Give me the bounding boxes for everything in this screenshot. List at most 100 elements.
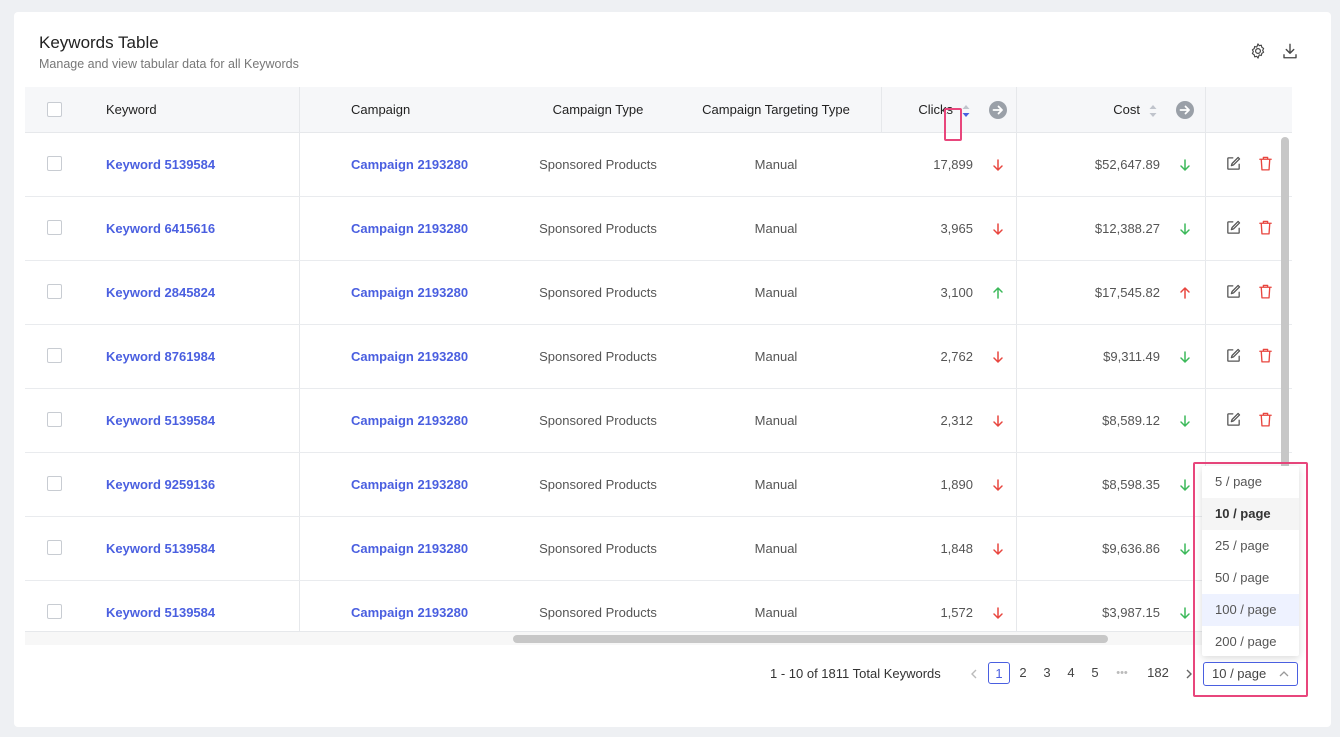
row-checkbox[interactable] xyxy=(47,220,62,235)
table-row: Keyword 8761984 Campaign 2193280 Sponsor… xyxy=(25,325,1292,389)
arrow-down-icon xyxy=(991,606,1005,620)
arrow-down-icon xyxy=(1178,158,1192,172)
horizontal-scrollbar[interactable] xyxy=(513,635,1108,643)
arrow-down-icon xyxy=(1178,542,1192,556)
delete-icon[interactable] xyxy=(1257,283,1274,300)
arrow-up-icon xyxy=(991,286,1005,300)
column-header-targeting-type[interactable]: Campaign Targeting Type xyxy=(681,87,871,133)
clicks-cell: 17,899 xyxy=(933,157,973,172)
page-button-3[interactable]: 3 xyxy=(1036,662,1058,684)
page-size-option-50[interactable]: 50 / page xyxy=(1202,562,1299,594)
clicks-cell: 1,848 xyxy=(940,541,973,556)
page-size-option-10[interactable]: 10 / page xyxy=(1202,498,1299,530)
keyword-link[interactable]: Keyword 6415616 xyxy=(106,197,215,261)
delete-icon[interactable] xyxy=(1257,219,1274,236)
page-size-option-100[interactable]: 100 / page xyxy=(1202,594,1299,626)
keywords-table: Keyword Campaign Campaign Type Campaign … xyxy=(25,87,1292,632)
row-checkbox[interactable] xyxy=(47,412,62,427)
page-button-last[interactable]: 182 xyxy=(1143,662,1173,684)
cost-cell: $8,598.35 xyxy=(1102,477,1160,492)
clicks-cell: 1,572 xyxy=(940,605,973,620)
campaign-link[interactable]: Campaign 2193280 xyxy=(351,261,468,325)
column-nav-arrow-icon[interactable] xyxy=(988,100,1008,120)
targeting-type-cell: Manual xyxy=(754,541,798,556)
column-header-clicks[interactable]: Clicks xyxy=(875,87,953,133)
page-size-option-25[interactable]: 25 / page xyxy=(1202,530,1299,562)
campaign-link[interactable]: Campaign 2193280 xyxy=(351,453,468,517)
gear-icon[interactable] xyxy=(1249,42,1267,60)
page-ellipsis[interactable]: ••• xyxy=(1111,662,1133,684)
keyword-link[interactable]: Keyword 2845824 xyxy=(106,261,215,325)
download-icon[interactable] xyxy=(1281,42,1299,60)
campaign-type-cell: Sponsored Products xyxy=(539,541,657,556)
campaign-link[interactable]: Campaign 2193280 xyxy=(351,389,468,453)
clicks-cell: 2,312 xyxy=(940,413,973,428)
page-title: Keywords Table xyxy=(39,33,159,52)
pagination-summary: 1 - 10 of 1811 Total Keywords xyxy=(770,666,941,681)
keyword-link[interactable]: Keyword 5139584 xyxy=(106,517,215,581)
column-header-keyword[interactable]: Keyword xyxy=(106,87,157,133)
arrow-down-icon xyxy=(1178,606,1192,620)
table-header: Keyword Campaign Campaign Type Campaign … xyxy=(25,87,1292,133)
campaign-type-cell: Sponsored Products xyxy=(539,477,657,492)
table-row: Keyword 5139584 Campaign 2193280 Sponsor… xyxy=(25,581,1292,632)
clicks-cell: 3,100 xyxy=(940,285,973,300)
page-size-option-5[interactable]: 5 / page xyxy=(1202,466,1299,498)
row-checkbox[interactable] xyxy=(47,348,62,363)
vertical-scrollbar[interactable] xyxy=(1281,137,1289,517)
campaign-link[interactable]: Campaign 2193280 xyxy=(351,581,468,632)
page-size-select[interactable]: 10 / page xyxy=(1203,662,1298,686)
campaign-link[interactable]: Campaign 2193280 xyxy=(351,197,468,261)
edit-icon[interactable] xyxy=(1225,283,1242,300)
row-checkbox[interactable] xyxy=(47,476,62,491)
edit-icon[interactable] xyxy=(1225,411,1242,428)
column-header-campaign-type[interactable]: Campaign Type xyxy=(518,87,678,133)
campaign-type-cell: Sponsored Products xyxy=(539,605,657,620)
delete-icon[interactable] xyxy=(1257,411,1274,428)
keyword-link[interactable]: Keyword 8761984 xyxy=(106,325,215,389)
keyword-link[interactable]: Keyword 5139584 xyxy=(106,389,215,453)
column-header-cost[interactable]: Cost xyxy=(1075,87,1140,133)
campaign-type-cell: Sponsored Products xyxy=(539,349,657,364)
page-button-5[interactable]: 5 xyxy=(1084,662,1106,684)
row-checkbox[interactable] xyxy=(47,540,62,555)
horizontal-scrollbar-track xyxy=(25,631,1292,645)
edit-icon[interactable] xyxy=(1225,347,1242,364)
column-header-campaign[interactable]: Campaign xyxy=(351,87,410,133)
table-row: Keyword 5139584 Campaign 2193280 Sponsor… xyxy=(25,133,1292,197)
arrow-up-icon xyxy=(1178,286,1192,300)
sort-icon[interactable] xyxy=(961,103,971,119)
chevron-left-icon[interactable] xyxy=(968,668,980,680)
delete-icon[interactable] xyxy=(1257,155,1274,172)
targeting-type-cell: Manual xyxy=(754,285,798,300)
clicks-cell: 2,762 xyxy=(940,349,973,364)
targeting-type-cell: Manual xyxy=(754,413,798,428)
page-button-1[interactable]: 1 xyxy=(988,662,1010,684)
delete-icon[interactable] xyxy=(1257,347,1274,364)
sort-icon[interactable] xyxy=(1148,103,1158,119)
campaign-link[interactable]: Campaign 2193280 xyxy=(351,325,468,389)
keyword-link[interactable]: Keyword 5139584 xyxy=(106,581,215,632)
table-row: Keyword 5139584 Campaign 2193280 Sponsor… xyxy=(25,389,1292,453)
targeting-type-cell: Manual xyxy=(754,349,798,364)
campaign-link[interactable]: Campaign 2193280 xyxy=(351,133,468,197)
column-nav-arrow-icon[interactable] xyxy=(1175,100,1195,120)
page-size-dropdown: 5 / page 10 / page 25 / page 50 / page 1… xyxy=(1202,466,1299,656)
column-divider xyxy=(881,87,882,133)
page-size-option-200[interactable]: 200 / page xyxy=(1202,626,1299,658)
select-all-checkbox[interactable] xyxy=(47,102,62,117)
page-button-4[interactable]: 4 xyxy=(1060,662,1082,684)
keyword-link[interactable]: Keyword 5139584 xyxy=(106,133,215,197)
table-row: Keyword 2845824 Campaign 2193280 Sponsor… xyxy=(25,261,1292,325)
cost-cell: $9,636.86 xyxy=(1102,541,1160,556)
row-checkbox[interactable] xyxy=(47,284,62,299)
edit-icon[interactable] xyxy=(1225,219,1242,236)
page-subtitle: Manage and view tabular data for all Key… xyxy=(39,57,299,71)
edit-icon[interactable] xyxy=(1225,155,1242,172)
sort-highlight xyxy=(944,108,962,141)
row-checkbox[interactable] xyxy=(47,604,62,619)
row-checkbox[interactable] xyxy=(47,156,62,171)
campaign-link[interactable]: Campaign 2193280 xyxy=(351,517,468,581)
keyword-link[interactable]: Keyword 9259136 xyxy=(106,453,215,517)
page-button-2[interactable]: 2 xyxy=(1012,662,1034,684)
